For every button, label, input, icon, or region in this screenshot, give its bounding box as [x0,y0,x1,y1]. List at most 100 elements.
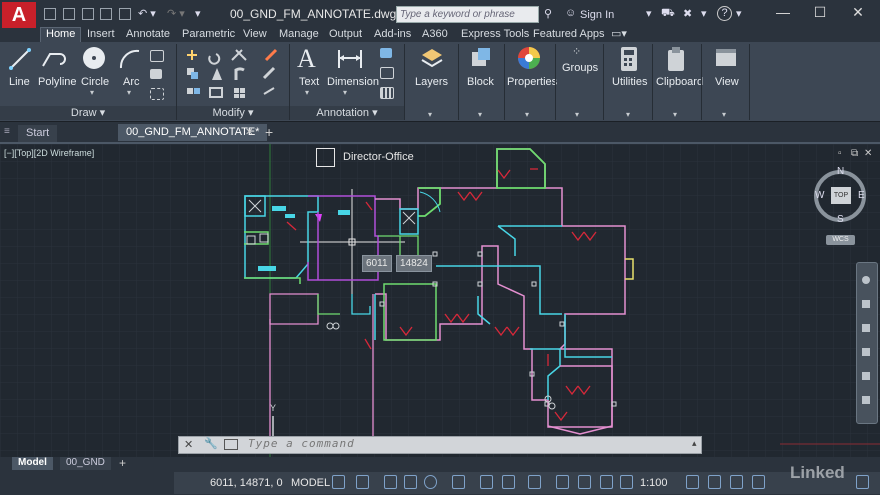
tab-insert[interactable]: Insert [82,28,120,42]
lineweight-icon[interactable] [502,475,515,489]
properties-button-label[interactable]: Properties [507,76,557,88]
units-icon[interactable] [730,475,743,489]
dynamic-input-y[interactable]: 14824 [396,255,432,272]
dimension-tool-icon[interactable] [336,46,364,72]
auto-scale-icon[interactable] [600,475,613,489]
clipboard-icon[interactable] [665,46,687,72]
grid-icon[interactable] [332,475,345,489]
orbit-icon[interactable] [862,348,870,356]
layers-dropdown-icon[interactable]: ▾ [428,110,432,119]
tab-add-ins[interactable]: Add-ins [369,28,416,42]
layers-button-label[interactable]: Layers [415,76,448,88]
arc-dropdown-icon[interactable]: ▾ [127,88,131,97]
dimension-dropdown-icon[interactable]: ▾ [343,88,347,97]
tab-parametric[interactable]: Parametric [177,28,240,42]
tab-annotate[interactable]: Annotate [121,28,175,42]
draw-panel-title[interactable]: Draw ▾ [0,106,176,120]
text-tool-icon[interactable]: A [297,44,316,74]
block-icon[interactable] [469,46,493,72]
viewport-close-icon[interactable]: ✕ [864,148,872,159]
polyline-tool-label[interactable]: Polyline [38,76,77,88]
tab-a360[interactable]: A360 [417,28,453,42]
annotation-scale-icon[interactable] [620,475,633,489]
close-button[interactable]: ✕ [848,4,868,22]
selection-cycling-icon[interactable] [556,475,569,489]
annotation-monitor-icon[interactable] [708,475,721,489]
annotation-panel-title[interactable]: Annotation ▾ [290,106,404,120]
viewcube-south[interactable]: S [837,214,844,225]
annotation-scale-value[interactable]: 1:100 [640,477,668,489]
tab-view[interactable]: View [238,28,272,42]
block-button-label[interactable]: Block [467,76,494,88]
status-coordinates[interactable]: 6011, 14871, 0 [210,477,283,489]
hatch-icon[interactable] [150,69,162,79]
osnap-tracking-icon[interactable] [452,475,465,489]
steering-wheel-icon[interactable] [862,276,870,284]
dynamic-input-x[interactable]: 6011 [362,255,392,272]
view-button-label[interactable]: View [715,76,739,88]
open-folder-icon[interactable] [63,8,75,20]
tab-featured-apps[interactable]: Featured Apps [528,28,610,42]
text-tool-label[interactable]: Text [299,76,319,88]
tab-manage[interactable]: Manage [274,28,324,42]
zoom-extents-icon[interactable] [862,324,870,332]
groups-dropdown-icon[interactable]: ▾ [575,110,579,119]
clipboard-dropdown-icon[interactable]: ▾ [673,110,677,119]
table-icon[interactable] [380,87,394,99]
minimize-button[interactable]: — [773,4,793,22]
groups-icon[interactable]: ⁘ [572,45,581,58]
save-as-icon[interactable] [100,8,112,20]
annotation-visibility-icon[interactable] [578,475,591,489]
dimension-tool-label[interactable]: Dimension [327,76,379,88]
pan-icon[interactable] [862,300,870,308]
isodraft-icon[interactable] [424,475,437,489]
view-panel-icon[interactable] [714,46,738,72]
ortho-icon[interactable] [384,475,397,489]
utilities-dropdown-icon[interactable]: ▾ [626,110,630,119]
maximize-button[interactable]: ☐ [810,4,830,22]
arc-tool-icon[interactable] [118,46,142,72]
region-icon[interactable] [150,88,164,100]
application-menu-button[interactable]: A [2,2,36,28]
block-dropdown-icon[interactable]: ▾ [478,110,482,119]
customize-icon[interactable]: 🔧 [204,437,218,450]
exchange-icon[interactable]: ✖ [683,7,692,20]
customization-menu-icon[interactable] [856,475,869,489]
circle-tool-icon[interactable] [81,45,107,71]
line-tool-label[interactable]: Line [9,76,30,88]
qat-dropdown-icon[interactable]: ▾ [195,7,201,20]
leader-icon[interactable] [380,67,394,79]
help-dropdown-icon[interactable]: ▾ [701,7,707,20]
viewport-restore-icon[interactable]: ⧉ [851,148,858,159]
layers-icon[interactable] [420,47,444,71]
new-tab-button[interactable]: + [265,124,273,140]
multileader-icon[interactable] [380,48,392,58]
osnap-icon[interactable] [480,475,493,489]
save-icon[interactable] [82,8,94,20]
viewcube-west[interactable]: W [815,190,824,201]
command-input[interactable]: Type a command [248,437,355,450]
viewport-minimize-icon[interactable]: ▫ [838,148,842,159]
tab-layout-00-gnd[interactable]: 00_GND [60,457,111,470]
viewport-controls-label[interactable]: [−][Top][2D Wireframe] [4,148,94,158]
tab-output[interactable]: Output [324,28,367,42]
showmotion-icon[interactable] [862,372,870,380]
polar-icon[interactable] [404,475,417,489]
snap-icon[interactable] [356,475,369,489]
groups-button-label[interactable]: Groups [562,62,598,74]
quick-properties-icon[interactable] [752,475,765,489]
arc-tool-label[interactable]: Arc [123,76,140,88]
properties-color-wheel-icon[interactable] [516,45,542,71]
plot-icon[interactable] [119,8,131,20]
modify-tools-icons[interactable] [186,48,286,98]
sign-in-dropdown-icon[interactable]: ▾ [646,7,652,20]
model-space-toggle[interactable]: MODEL [291,477,330,489]
viewcube-north[interactable]: N [837,166,844,177]
circle-dropdown-icon[interactable]: ▾ [90,88,94,97]
viewcube-east[interactable]: E [858,190,865,201]
clipboard-button-label[interactable]: Clipboard [656,76,703,88]
sign-in-button[interactable]: Sign In [580,9,614,21]
transparency-icon[interactable] [528,475,541,489]
modify-panel-title[interactable]: Modify ▾ [177,106,289,120]
redo-icon[interactable]: ↷ ▾ [167,7,185,20]
